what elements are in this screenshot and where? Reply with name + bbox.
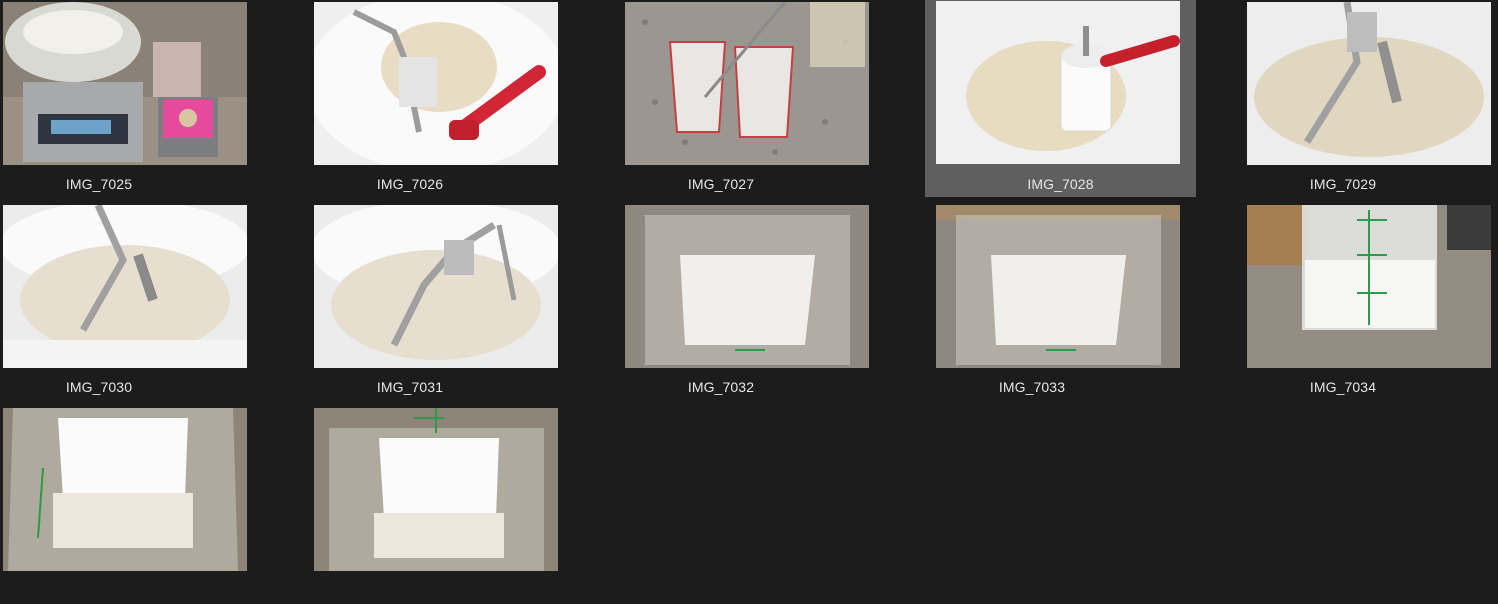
thumbnail-image <box>3 2 247 165</box>
thumbnail-image <box>625 2 869 165</box>
thumbnail-image <box>625 205 869 368</box>
thumbnail-image <box>3 205 247 368</box>
thumbnail-image <box>936 205 1180 368</box>
thumbnail-image <box>314 205 558 368</box>
file-name-label: IMG_7032 <box>687 379 755 395</box>
file-thumbnail[interactable]: IMG_7025 <box>0 2 247 198</box>
file-thumbnail[interactable]: IMG_7032 <box>585 205 869 401</box>
file-name-label: IMG_7031 <box>376 379 444 395</box>
file-thumbnail[interactable]: IMG_7030 <box>0 205 247 401</box>
file-thumbnail[interactable]: IMG_7031 <box>274 205 558 401</box>
thumbnail-image <box>1247 2 1491 165</box>
file-name-label: IMG_7030 <box>65 379 133 395</box>
thumbnail-image <box>1247 205 1491 368</box>
file-thumbnail[interactable]: IMG_7033 <box>896 205 1180 401</box>
file-name-label: IMG_7028 <box>1027 176 1094 192</box>
file-name-label: IMG_7027 <box>687 176 755 192</box>
file-name-label: IMG_7034 <box>1309 379 1377 395</box>
file-name-label: IMG_7025 <box>65 176 133 192</box>
thumbnail-grid: IMG_7025 IMG_7026 IMG_7027 IMG_7028 IMG_… <box>0 0 1498 575</box>
file-thumbnail-selected[interactable]: IMG_7028 <box>925 0 1196 197</box>
file-thumbnail[interactable]: IMG_7026 <box>274 2 558 198</box>
file-name-label: IMG_7026 <box>376 176 444 192</box>
thumbnail-image <box>3 408 247 571</box>
file-name-label: IMG_7033 <box>998 379 1066 395</box>
file-thumbnail[interactable]: IMG_7027 <box>585 2 869 198</box>
file-thumbnail[interactable]: IMG_7034 <box>1207 205 1491 401</box>
file-thumbnail[interactable]: IMG_7029 <box>1207 2 1491 198</box>
thumbnail-image <box>936 1 1180 164</box>
thumbnail-image <box>314 2 558 165</box>
file-name-label: IMG_7029 <box>1309 176 1377 192</box>
thumbnail-image <box>314 408 558 571</box>
